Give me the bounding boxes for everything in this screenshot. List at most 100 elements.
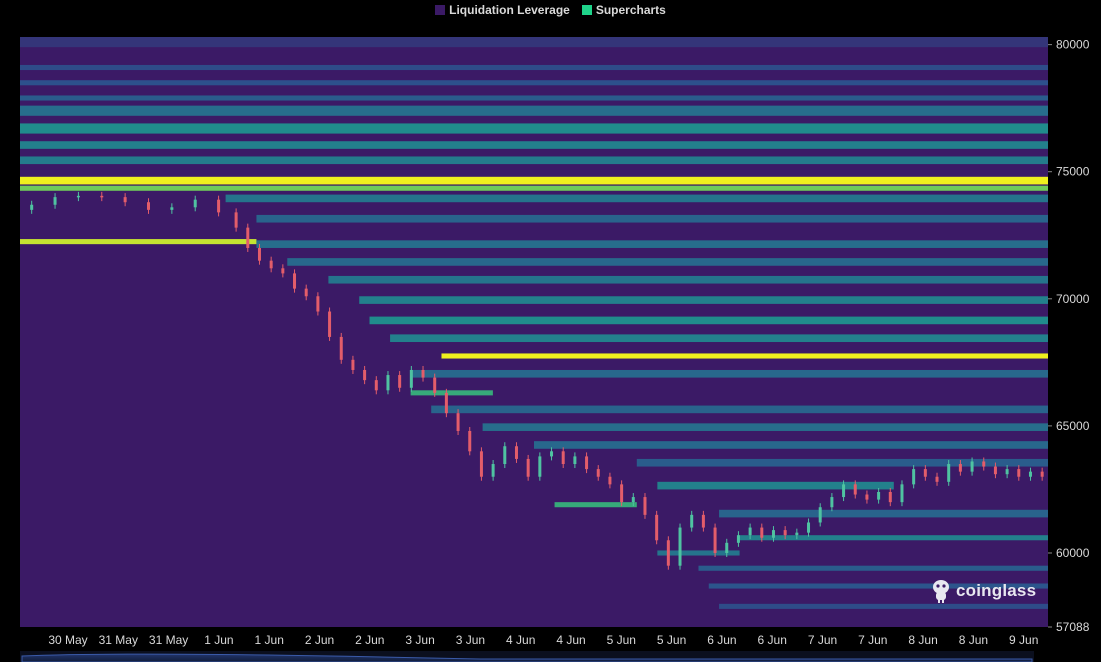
price-candle bbox=[444, 392, 448, 414]
price-candle bbox=[853, 484, 857, 495]
liquidation-band bbox=[410, 390, 493, 396]
legend-swatch-supercharts bbox=[581, 5, 592, 15]
liquidation-band bbox=[554, 502, 637, 508]
price-candle bbox=[351, 359, 355, 370]
liquidation-band bbox=[431, 405, 1048, 414]
x-tick-label: 1 Jun bbox=[255, 633, 284, 647]
y-tick-label: 75000 bbox=[1056, 165, 1090, 179]
price-candle bbox=[912, 469, 916, 485]
x-tick-label: 2 Jun bbox=[355, 633, 384, 647]
price-candle bbox=[1005, 469, 1009, 475]
price-candle bbox=[468, 430, 472, 452]
price-candle bbox=[123, 197, 127, 203]
price-candle bbox=[596, 469, 600, 477]
price-candle bbox=[491, 464, 495, 477]
x-tick-label: 1 Jun bbox=[204, 633, 233, 647]
price-candle bbox=[993, 466, 997, 475]
x-tick-label: 5 Jun bbox=[607, 633, 636, 647]
price-candle bbox=[100, 195, 104, 198]
liquidation-band bbox=[20, 80, 1048, 86]
price-candle bbox=[234, 212, 238, 228]
price-candle bbox=[363, 369, 367, 381]
x-tick-label: 8 Jun bbox=[959, 633, 988, 647]
price-candle bbox=[304, 288, 308, 297]
price-candle bbox=[923, 469, 927, 477]
x-tick-label: 7 Jun bbox=[808, 633, 837, 647]
price-candle bbox=[655, 514, 659, 541]
price-candle bbox=[1040, 471, 1044, 477]
price-candle bbox=[503, 446, 507, 465]
liquidation-band bbox=[20, 123, 1048, 134]
y-tick-label: 70000 bbox=[1056, 292, 1090, 306]
liquidation-band bbox=[256, 240, 1048, 248]
y-tick-label: 80000 bbox=[1056, 38, 1090, 52]
price-candle bbox=[818, 507, 822, 523]
legend-item-liquidation-leverage[interactable]: Liquidation Leverage bbox=[435, 3, 570, 17]
liquidation-band bbox=[482, 423, 1049, 431]
liquidation-band bbox=[328, 275, 1048, 284]
price-candle bbox=[339, 336, 343, 360]
x-tick-label: 2 Jun bbox=[305, 633, 334, 647]
x-tick-label: 3 Jun bbox=[405, 633, 434, 647]
legend-label-supercharts: Supercharts bbox=[595, 3, 666, 17]
liquidation-band bbox=[20, 37, 1048, 48]
price-candle bbox=[421, 369, 425, 378]
price-candle bbox=[217, 199, 221, 213]
liquidation-band bbox=[20, 141, 1048, 149]
x-tick-label: 4 Jun bbox=[506, 633, 535, 647]
price-candle bbox=[456, 413, 460, 431]
x-axis: 30 May 31 May 31 May 1 Jun 1 Jun 2 Jun 2 Jun 3 … bbox=[48, 633, 1038, 647]
price-candle bbox=[620, 484, 624, 503]
price-candle bbox=[725, 542, 729, 553]
price-candle bbox=[147, 202, 150, 210]
price-candle bbox=[631, 497, 635, 503]
price-candle bbox=[281, 268, 285, 274]
price-candle bbox=[257, 247, 261, 261]
x-tick-label: 6 Jun bbox=[758, 633, 787, 647]
price-candle bbox=[316, 296, 320, 312]
legend-item-supercharts[interactable]: Supercharts bbox=[581, 3, 666, 17]
y-tick-label: 65000 bbox=[1056, 419, 1090, 433]
price-candle bbox=[269, 260, 273, 269]
price-candle bbox=[748, 527, 752, 536]
time-range-scrollbar[interactable] bbox=[20, 651, 1034, 662]
price-candle bbox=[328, 311, 332, 337]
price-candle bbox=[713, 527, 717, 553]
liquidation-band bbox=[636, 458, 1048, 467]
y-tick-label: 57088 bbox=[1056, 620, 1090, 634]
price-candle bbox=[538, 456, 542, 477]
x-tick-label: 4 Jun bbox=[556, 633, 585, 647]
price-candle bbox=[608, 476, 612, 485]
liquidation-band bbox=[20, 185, 1048, 191]
x-tick-label: 5 Jun bbox=[657, 633, 686, 647]
price-candle bbox=[830, 497, 834, 508]
price-candle bbox=[888, 491, 892, 503]
price-candle bbox=[573, 456, 577, 465]
liquidation-heatmap-chart: 80000 75000 70000 65000 60000 57088 30 May 31 … bbox=[20, 37, 1090, 662]
y-axis: 80000 75000 70000 65000 60000 57088 bbox=[1048, 38, 1090, 634]
x-tick-label: 7 Jun bbox=[858, 633, 887, 647]
price-candle bbox=[374, 380, 378, 391]
price-candle bbox=[935, 476, 939, 482]
liquidation-band bbox=[20, 156, 1048, 165]
price-candle bbox=[561, 451, 565, 465]
liquidation-band bbox=[390, 334, 1049, 343]
price-candle bbox=[398, 375, 402, 388]
liquidation-band bbox=[20, 176, 1048, 185]
price-candle bbox=[526, 458, 530, 477]
x-tick-label: 9 Jun bbox=[1009, 633, 1038, 647]
price-candle bbox=[970, 461, 974, 472]
price-candle bbox=[246, 227, 250, 248]
price-candle bbox=[643, 497, 647, 515]
liquidation-band bbox=[739, 535, 1048, 541]
liquidation-band bbox=[657, 481, 894, 490]
brand-name: coinglass bbox=[956, 581, 1037, 600]
price-candle bbox=[900, 484, 904, 503]
price-candle bbox=[293, 273, 297, 289]
x-tick-label: 31 May bbox=[99, 633, 138, 647]
price-candle bbox=[877, 491, 881, 500]
coinglass-watermark: coinglass bbox=[930, 578, 1036, 604]
price-candle bbox=[771, 530, 775, 538]
price-candle bbox=[736, 535, 740, 543]
price-candle bbox=[947, 464, 951, 482]
